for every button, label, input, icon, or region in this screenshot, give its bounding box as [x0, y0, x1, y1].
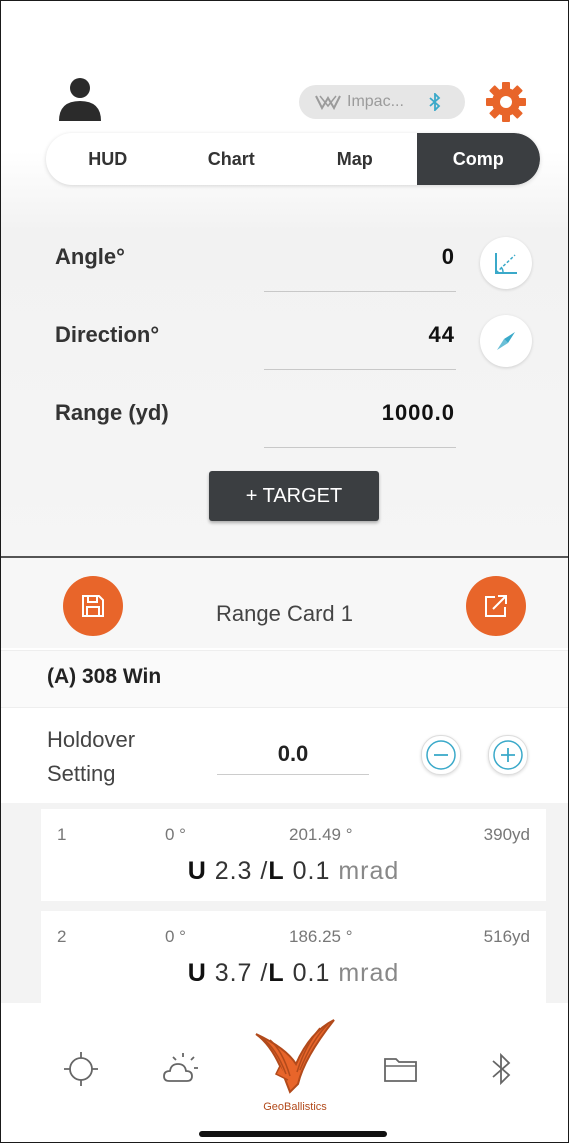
up-label: U [187, 857, 207, 885]
tab-hud[interactable]: HUD [46, 133, 170, 185]
target-direction: 186.25 ° [289, 927, 353, 946]
target-index: 1 [57, 825, 67, 844]
target-card[interactable]: 1 0 ° 201.49 ° 390yd U 2.3 /L 0.1 mrad [41, 809, 546, 901]
up-value: 3.7 [214, 959, 253, 987]
angle-icon [495, 253, 517, 274]
angle-value[interactable]: 0 [442, 244, 455, 270]
vortex-logo-icon [315, 95, 341, 110]
compass-button[interactable] [480, 315, 532, 367]
target-card[interactable]: 2 0 ° 186.25 ° 516yd U 3.7 /L 0.1 mrad [41, 911, 546, 1003]
direction-row: Direction° 44 [55, 322, 455, 362]
bluetooth-icon[interactable] [481, 1049, 521, 1089]
bluetooth-icon [429, 93, 441, 111]
angle-label: Angle° [55, 244, 125, 269]
up-label: U [187, 959, 207, 987]
folder-icon[interactable] [381, 1049, 421, 1089]
ammo-label: (A) 308 Win [47, 665, 162, 688]
angle-button[interactable] [480, 237, 532, 289]
target-direction: 201.49 ° [289, 825, 353, 844]
home-indicator[interactable] [199, 1131, 387, 1137]
holdover-value[interactable]: 0.0 [217, 741, 369, 767]
crosshair-icon[interactable] [61, 1049, 101, 1089]
holdover-underline [217, 774, 369, 775]
holdover-label: Holdover Setting [47, 727, 136, 786]
left-value: 0.1 [292, 959, 331, 987]
unit-label: mrad [338, 857, 400, 885]
angle-row: Angle° 0 [55, 244, 455, 284]
tab-comp[interactable]: Comp [416, 133, 540, 185]
direction-label: Direction° [55, 322, 160, 347]
target-correction: U 3.7 /L 0.1 mrad [41, 959, 546, 988]
brand-name: GeoBallistics [263, 1101, 327, 1113]
unit-label: mrad [338, 959, 400, 987]
device-status-pill[interactable]: Impac... [299, 85, 465, 119]
minus-icon [426, 740, 456, 770]
target-correction: U 2.3 /L 0.1 mrad [41, 857, 546, 886]
add-target-button[interactable]: + TARGET [209, 471, 379, 521]
range-label: Range (yd) [55, 400, 169, 425]
view-tabs: HUD Chart Map Comp [46, 133, 540, 185]
app-screen: Impac... HUD Chart Map Comp Angle° 0 Dir… [0, 0, 569, 1143]
holdover-decrease-button[interactable] [421, 735, 461, 775]
holdover-increase-button[interactable] [488, 735, 528, 775]
range-underline [264, 447, 456, 448]
target-angle: 0 ° [165, 825, 186, 844]
comp-panel: Impac... HUD Chart Map Comp Angle° 0 Dir… [1, 1, 568, 558]
range-row: Range (yd) 1000.0 [55, 400, 455, 440]
plus-icon [493, 740, 523, 770]
geoballistics-logo[interactable] [250, 1014, 340, 1098]
tab-chart[interactable]: Chart [170, 133, 294, 185]
user-icon[interactable] [57, 77, 103, 121]
direction-value[interactable]: 44 [429, 322, 455, 348]
direction-underline [264, 369, 456, 370]
export-button[interactable] [466, 576, 526, 636]
target-angle: 0 ° [165, 927, 186, 946]
left-label: L [268, 959, 285, 987]
angle-underline [264, 291, 456, 292]
compass-icon [497, 332, 515, 350]
weather-icon[interactable] [161, 1049, 201, 1089]
left-value: 0.1 [292, 857, 331, 885]
device-name: Impac... [347, 93, 404, 110]
left-label: L [268, 857, 285, 885]
target-range: 516yd [483, 927, 530, 946]
target-index: 2 [57, 927, 67, 946]
export-icon [485, 595, 507, 617]
target-range: 390yd [483, 825, 530, 844]
gear-icon[interactable] [484, 80, 528, 124]
range-value[interactable]: 1000.0 [382, 400, 455, 426]
up-value: 2.3 [214, 857, 253, 885]
tab-map[interactable]: Map [293, 133, 417, 185]
